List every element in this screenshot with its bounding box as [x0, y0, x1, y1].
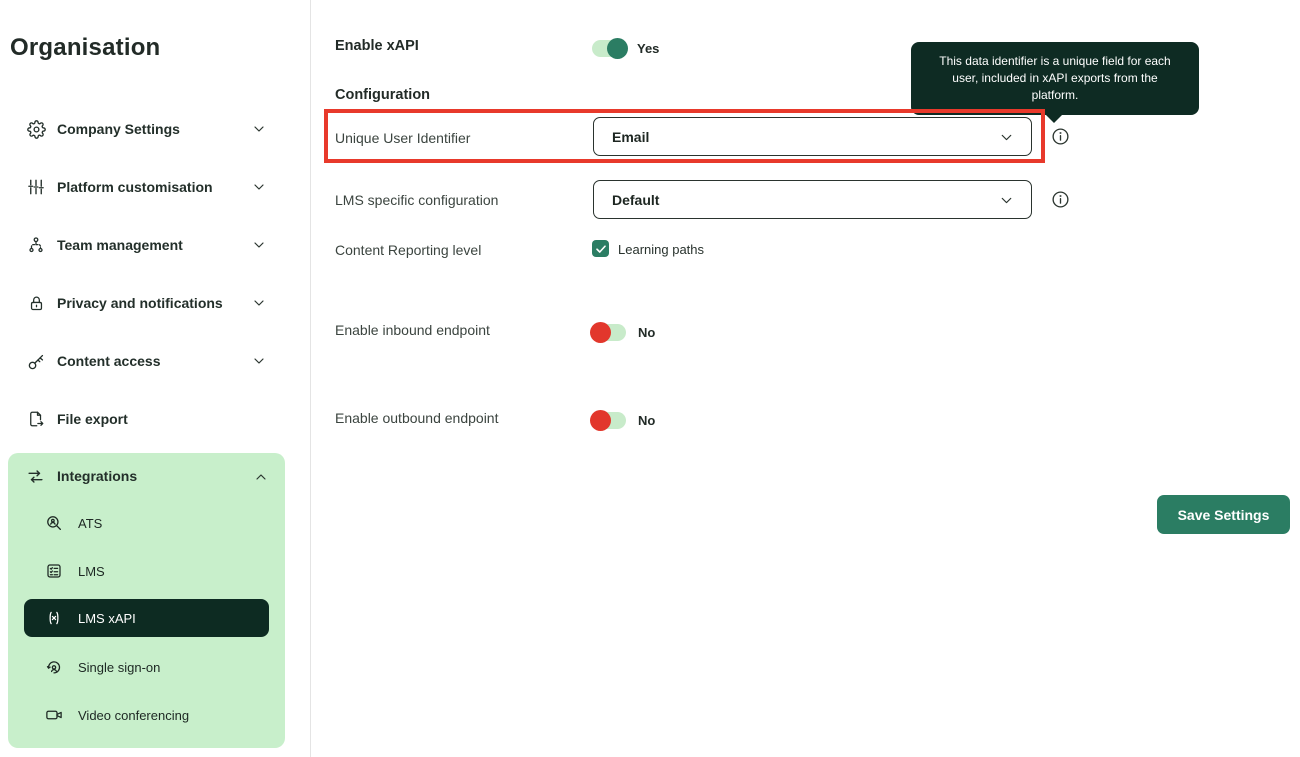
- integrations-group: Integrations ATS LMS: [8, 453, 285, 748]
- sync-arrows-icon: [26, 467, 46, 487]
- search-person-icon: [45, 514, 63, 532]
- chevron-down-icon: [251, 121, 267, 137]
- sidebar-subitem-lms[interactable]: LMS: [8, 547, 285, 595]
- page-title: Organisation: [10, 34, 160, 62]
- sidebar-subitem-lms-xapi[interactable]: LMS xAPI: [24, 599, 269, 637]
- sidebar-subitem-label: Video conferencing: [78, 708, 189, 723]
- unique-user-identifier-label: Unique User Identifier: [335, 130, 470, 146]
- sidebar-subitem-label: LMS xAPI: [78, 611, 136, 626]
- xapi-brackets-icon: [45, 609, 63, 627]
- save-settings-button[interactable]: Save Settings: [1157, 495, 1290, 534]
- lms-specific-configuration-dropdown[interactable]: Default: [593, 180, 1032, 219]
- sidebar-subitem-label: ATS: [78, 516, 102, 531]
- lms-specific-configuration-label: LMS specific configuration: [335, 192, 498, 208]
- outbound-endpoint-state: No: [638, 413, 655, 428]
- sidebar-subitem-ats[interactable]: ATS: [8, 499, 285, 547]
- chevron-up-icon: [253, 469, 269, 485]
- sidebar-item-label: Privacy and notifications: [57, 295, 223, 311]
- toggle-knob: [590, 322, 611, 343]
- sidebar-item-label: Company Settings: [57, 121, 180, 137]
- info-icon[interactable]: [1051, 190, 1070, 209]
- enable-xapi-label: Enable xAPI: [335, 38, 419, 54]
- sidebar-item-label: File export: [57, 411, 128, 427]
- outbound-endpoint-label: Enable outbound endpoint: [335, 410, 498, 426]
- organisation-settings-page: Organisation Company Settings Platform c…: [0, 0, 1300, 757]
- sidebar-item-file-export[interactable]: File export: [0, 390, 311, 448]
- sidebar-item-content-access[interactable]: Content access: [0, 332, 311, 390]
- enable-xapi-state: Yes: [637, 41, 659, 56]
- sidebar-item-label: Content access: [57, 353, 160, 369]
- video-camera-icon: [45, 706, 63, 724]
- sidebar-item-company-settings[interactable]: Company Settings: [0, 100, 311, 158]
- learning-paths-label: Learning paths: [618, 242, 704, 257]
- lock-icon: [26, 293, 46, 313]
- sidebar-subitem-single-sign-on[interactable]: Single sign-on: [8, 643, 285, 691]
- info-icon[interactable]: [1051, 127, 1070, 146]
- toggle-knob: [590, 410, 611, 431]
- key-icon: [26, 351, 46, 371]
- checklist-icon: [45, 562, 63, 580]
- learning-paths-checkbox[interactable]: [592, 240, 609, 257]
- outbound-endpoint-toggle[interactable]: [592, 412, 626, 429]
- org-chart-icon: [26, 235, 46, 255]
- sidebar-item-integrations[interactable]: Integrations: [8, 453, 285, 500]
- sidebar-item-platform-customisation[interactable]: Platform customisation: [0, 158, 311, 216]
- sidebar-item-label: Team management: [57, 237, 183, 253]
- tooltip-arrow: [1045, 114, 1063, 123]
- enable-xapi-toggle[interactable]: [592, 40, 626, 57]
- dropdown-value: Default: [612, 192, 659, 208]
- chevron-down-icon: [251, 179, 267, 195]
- sidebar-subitem-video-conferencing[interactable]: Video conferencing: [8, 691, 285, 739]
- tooltip: This data identifier is a unique field f…: [911, 42, 1199, 115]
- sidebar-subitem-label: LMS: [78, 564, 105, 579]
- sidebar-item-privacy-notifications[interactable]: Privacy and notifications: [0, 274, 311, 332]
- chevron-down-icon: [251, 295, 267, 311]
- chevron-down-icon: [998, 129, 1015, 146]
- sidebar-subitem-label: Single sign-on: [78, 660, 160, 675]
- sidebar-item-team-management[interactable]: Team management: [0, 216, 311, 274]
- inbound-endpoint-label: Enable inbound endpoint: [335, 322, 490, 338]
- configuration-heading: Configuration: [335, 87, 430, 103]
- sliders-icon: [26, 177, 46, 197]
- check-icon: [595, 243, 607, 255]
- sso-person-icon: [45, 658, 63, 676]
- sidebar-item-label: Platform customisation: [57, 179, 213, 195]
- chevron-down-icon: [998, 192, 1015, 209]
- inbound-endpoint-state: No: [638, 325, 655, 340]
- inbound-endpoint-toggle[interactable]: [592, 324, 626, 341]
- file-export-icon: [26, 409, 46, 429]
- unique-user-identifier-dropdown[interactable]: Email: [593, 117, 1032, 156]
- tooltip-text: This data identifier is a unique field f…: [939, 54, 1170, 102]
- sidebar-item-label: Integrations: [57, 468, 137, 484]
- chevron-down-icon: [251, 353, 267, 369]
- sidebar: Organisation Company Settings Platform c…: [0, 0, 311, 757]
- content-reporting-level-label: Content Reporting level: [335, 242, 481, 258]
- chevron-down-icon: [251, 237, 267, 253]
- toggle-knob: [607, 38, 628, 59]
- dropdown-value: Email: [612, 129, 649, 145]
- gear-icon: [26, 119, 46, 139]
